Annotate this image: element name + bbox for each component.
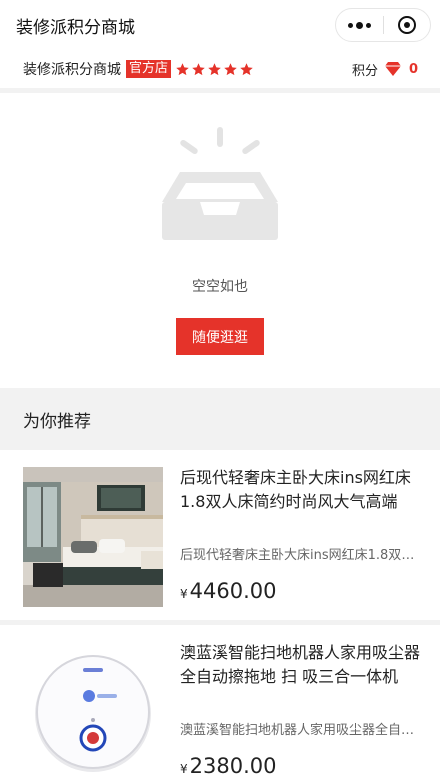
empty-message: 空空如也 <box>192 279 248 295</box>
page-title: 装修派积分商城 <box>16 17 135 38</box>
product-image-robot-vacuum[interactable] <box>23 642 163 782</box>
star-icon <box>176 62 189 75</box>
recommend-header: 为你推荐 <box>0 388 440 450</box>
product-name: 澳蓝溪智能扫地机器人家用吸尘器全自动擦拖地 扫 吸三合一体机 <box>180 643 421 686</box>
target-icon <box>397 16 416 34</box>
price-value: 4460.00 <box>189 579 277 603</box>
product-image-bed[interactable] <box>23 467 163 607</box>
official-store-badge: 官方店 <box>126 60 172 78</box>
product-price: ¥ 4460.00 <box>180 579 276 603</box>
product-card[interactable]: 后现代轻奢床主卧大床ins网红床1.8双人床简约时尚风大气高端 后现代轻奢床主卧… <box>0 450 440 625</box>
currency-symbol: ¥ <box>180 762 188 776</box>
recommend-title: 为你推荐 <box>23 411 91 432</box>
product-price: ¥ 2380.00 <box>180 754 276 778</box>
product-desc: 澳蓝溪智能扫地机器人家用吸尘器全自动擦拖地 扫 吸三合一体机 <box>180 723 415 738</box>
navbar: 装修派积分商城 <box>0 0 440 50</box>
product-card[interactable]: 澳蓝溪智能扫地机器人家用吸尘器全自动擦拖地 扫 吸三合一体机 澳蓝溪智能扫地机器… <box>0 625 440 782</box>
close-miniprogram-button[interactable] <box>383 16 430 34</box>
more-menu-button[interactable] <box>336 21 383 29</box>
currency-symbol: ¥ <box>180 587 188 601</box>
shop-bar: 装修派积分商城 官方店 积分 0 <box>0 50 440 88</box>
product-name: 后现代轻奢床主卧大床ins网红床1.8双人床简约时尚风大气高端 <box>180 468 411 511</box>
shop-name[interactable]: 装修派积分商城 <box>23 59 121 79</box>
product-desc: 后现代轻奢床主卧大床ins网红床1.8双人床简约时尚风大气高端 <box>180 548 415 563</box>
empty-tray-icon <box>162 127 278 240</box>
diamond-icon <box>384 62 401 76</box>
browse-button[interactable]: 随便逛逛 <box>176 318 264 355</box>
star-icon <box>224 62 237 75</box>
empty-state: 空空如也 随便逛逛 <box>0 93 440 388</box>
miniprogram-capsule <box>335 8 431 42</box>
points-label: 积分 <box>351 63 378 79</box>
star-icon <box>240 62 253 75</box>
rating-stars <box>175 62 255 77</box>
points-area[interactable]: 积分 0 <box>352 60 418 79</box>
star-icon <box>208 62 221 75</box>
points-value: 0 <box>408 61 418 77</box>
star-icon <box>192 62 205 75</box>
price-value: 2380.00 <box>189 754 277 778</box>
